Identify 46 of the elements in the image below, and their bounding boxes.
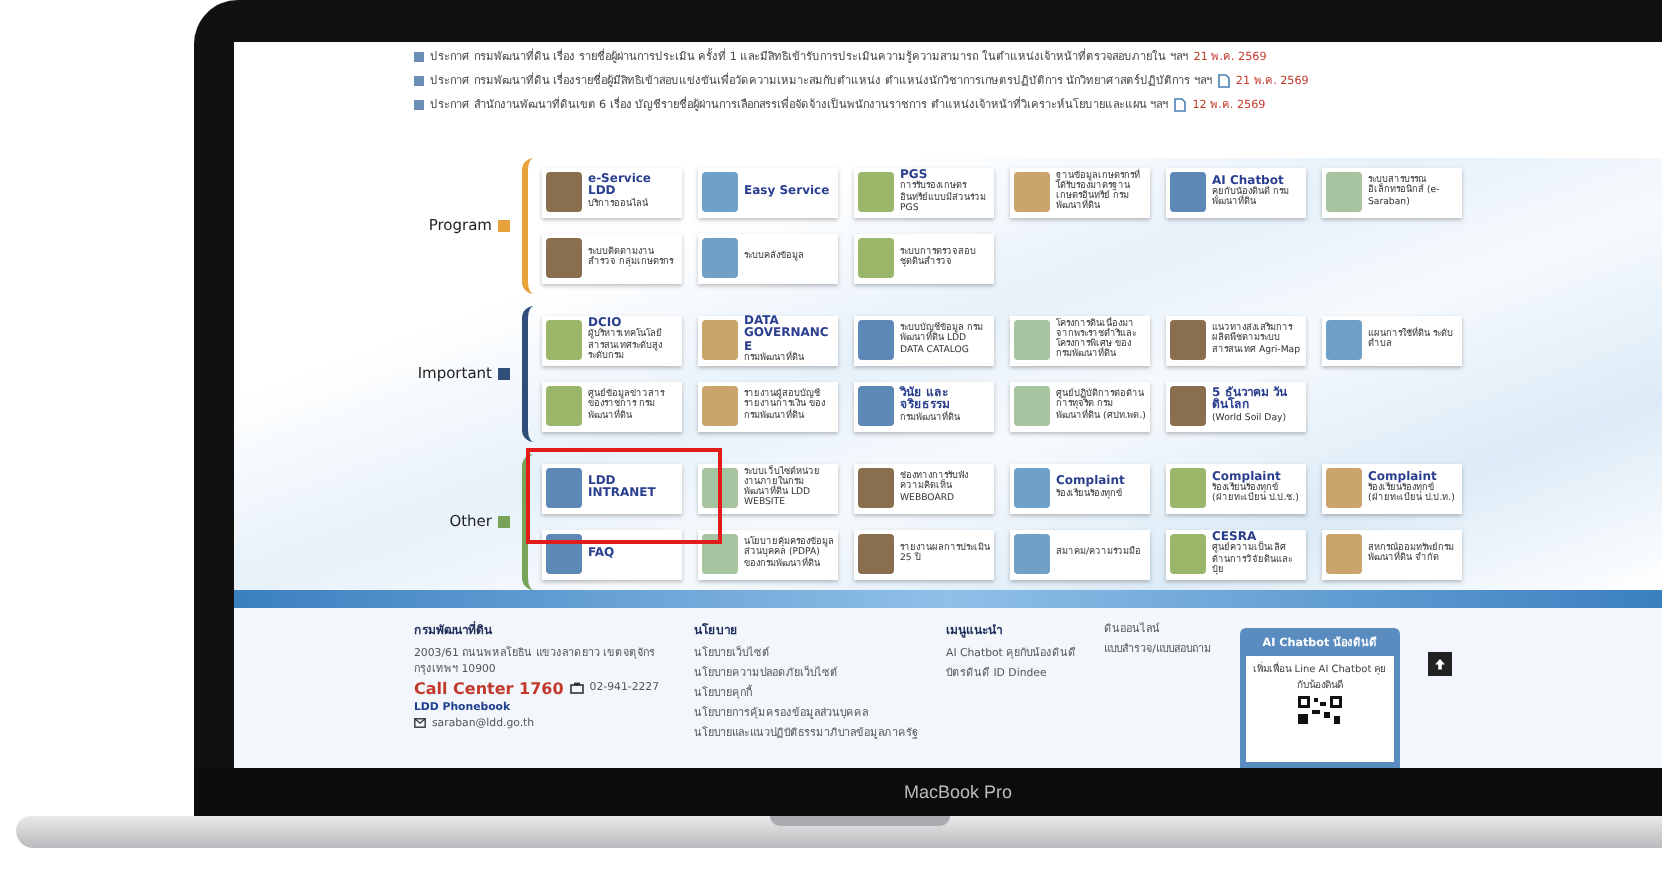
tile-picture [1326, 172, 1362, 213]
tile-picture [546, 238, 582, 279]
tile-picture [702, 386, 738, 427]
tile-picture [702, 238, 738, 279]
tile-picture [858, 386, 894, 427]
tile-picture [1170, 320, 1206, 361]
mail-icon [414, 718, 426, 729]
bullet-icon [414, 99, 424, 109]
tile-picture [1326, 320, 1362, 361]
device-label: MacBook Pro [903, 782, 1013, 802]
tile-picture [702, 320, 738, 361]
fax-icon [569, 682, 584, 695]
square-icon [498, 367, 510, 380]
tile-picture [1170, 172, 1206, 213]
tile-picture [1014, 468, 1050, 509]
tile-picture [1014, 534, 1050, 575]
tile-picture [858, 468, 894, 509]
call-center: Call Center 1760 [414, 679, 564, 698]
tile-picture [858, 320, 894, 361]
tile-picture [546, 386, 582, 427]
tile-picture [1326, 534, 1362, 575]
tile-picture [1170, 386, 1206, 427]
document-icon [1174, 97, 1187, 111]
qr-code-icon [1297, 695, 1342, 724]
square-icon [498, 515, 510, 528]
square-icon [498, 219, 510, 232]
scroll-top-button[interactable] [1427, 651, 1452, 676]
tile-picture [1170, 468, 1206, 509]
tile-picture [546, 468, 582, 509]
tile-picture [1326, 468, 1362, 509]
tile-picture [858, 172, 894, 213]
tile-picture [858, 238, 894, 279]
tile-picture [702, 534, 738, 575]
tile-picture [546, 534, 582, 575]
tile-picture [1014, 386, 1050, 427]
bullet-icon [414, 51, 424, 61]
tile-picture [702, 172, 738, 213]
tile-picture [858, 534, 894, 575]
bullet-icon [414, 75, 424, 85]
tile-picture [1170, 534, 1206, 575]
tile-picture [1014, 320, 1050, 361]
document-icon [1217, 73, 1230, 87]
up-arrow-icon [1433, 657, 1446, 670]
tile-picture [546, 172, 582, 213]
tile-picture [1014, 172, 1050, 213]
tile-picture [546, 320, 582, 361]
